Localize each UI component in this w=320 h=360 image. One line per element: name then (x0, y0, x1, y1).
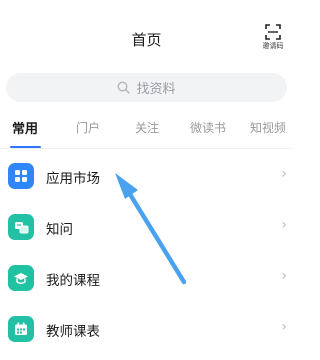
list-item-teacher-schedule[interactable]: 教师课表 › (0, 305, 293, 353)
tab-zhishipin[interactable]: 知视频 (250, 119, 286, 136)
header: 首页 邀请码 (0, 0, 293, 78)
page-title: 首页 (131, 31, 162, 49)
chat-icon (8, 214, 34, 240)
list-item-my-courses[interactable]: 我的课程 › (0, 254, 293, 302)
search-bar[interactable]: 找资料 (6, 73, 287, 102)
invite-code-button[interactable]: 邀请码 (257, 24, 289, 54)
invite-code-label: 邀请码 (262, 42, 284, 50)
scan-qr-icon (265, 24, 281, 40)
graduation-cap-icon (8, 265, 34, 291)
tab-bar: 常用 门户 关注 微读书 知视频 (0, 113, 293, 149)
list-item-app-market[interactable]: 应用市场 › (0, 152, 293, 200)
chevron-right-icon: › (281, 319, 287, 335)
search-icon (117, 81, 131, 94)
divider (0, 148, 293, 149)
calendar-icon (8, 316, 34, 342)
tab-follow[interactable]: 关注 (135, 119, 159, 136)
list-item-zhiwen[interactable]: 知问 › (0, 203, 293, 251)
search-placeholder: 找资料 (136, 82, 176, 97)
tab-common[interactable]: 常用 (12, 118, 38, 137)
list-item-label: 应用市场 (46, 171, 100, 187)
list-item-label: 我的课程 (46, 273, 100, 289)
list-item-label: 教师课表 (46, 324, 100, 340)
tab-portal[interactable]: 门户 (76, 119, 100, 136)
chevron-right-icon: › (281, 268, 287, 284)
list-item-label: 知问 (46, 222, 73, 238)
app-grid-icon (8, 163, 34, 189)
chevron-right-icon: › (281, 166, 287, 182)
chevron-right-icon: › (281, 217, 287, 233)
tab-weidushu[interactable]: 微读书 (190, 119, 226, 136)
